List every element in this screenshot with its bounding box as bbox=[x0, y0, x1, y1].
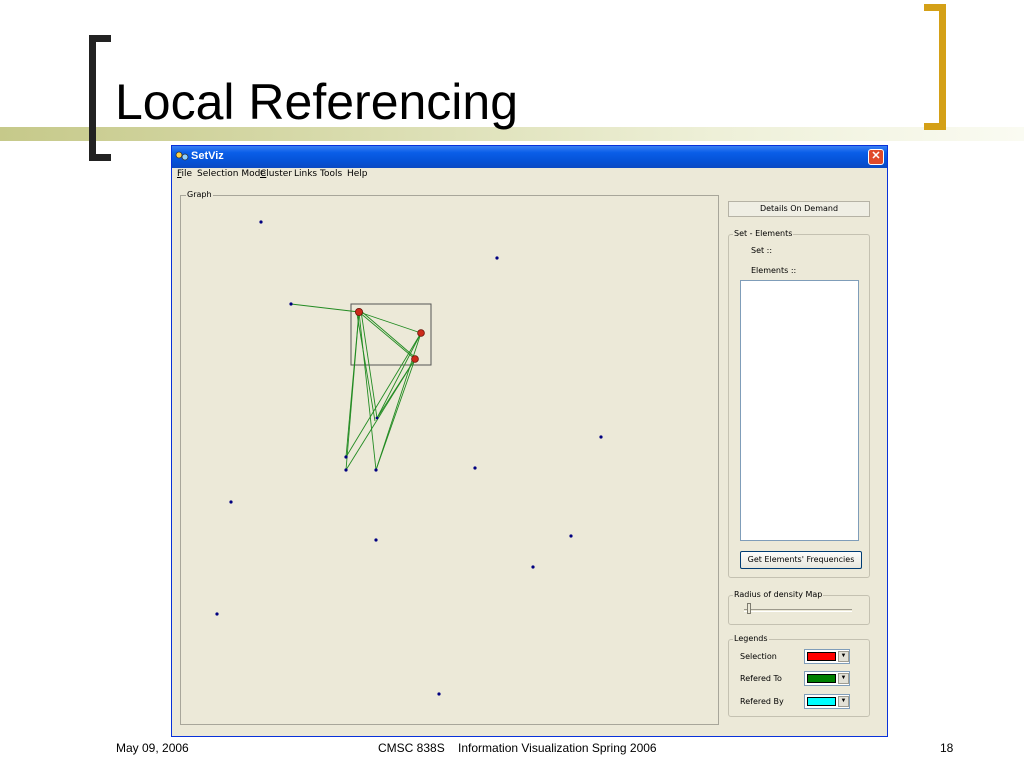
legend-selection-label: Selection bbox=[740, 652, 777, 661]
legends-label: Legends bbox=[733, 634, 769, 643]
elements-label: Elements :: bbox=[751, 266, 797, 275]
chevron-down-icon[interactable]: ▼ bbox=[838, 673, 849, 684]
slide-title: Local Referencing bbox=[115, 74, 519, 130]
menu-help[interactable]: Help bbox=[347, 169, 368, 179]
window-title: SetViz bbox=[191, 150, 224, 162]
footer-page-number: 18 bbox=[940, 741, 954, 755]
chevron-down-icon[interactable]: ▼ bbox=[838, 651, 849, 662]
graph-node bbox=[229, 500, 233, 504]
graph-node bbox=[289, 302, 293, 306]
density-slider-thumb[interactable] bbox=[747, 603, 752, 614]
graph-node bbox=[344, 455, 348, 459]
right-bracket-decoration bbox=[924, 4, 946, 130]
get-frequencies-button[interactable]: Get Elements' Frequencies bbox=[740, 551, 862, 569]
node-group bbox=[215, 220, 603, 696]
graph-node bbox=[344, 468, 348, 472]
link bbox=[345, 332, 422, 458]
elements-list[interactable] bbox=[740, 280, 859, 541]
graph-node bbox=[531, 565, 535, 569]
set-elements-label: Set - Elements bbox=[733, 229, 794, 238]
link-group bbox=[290, 303, 422, 471]
chevron-down-icon[interactable]: ▼ bbox=[838, 696, 849, 707]
selection-color-picker[interactable]: ▼ bbox=[804, 649, 850, 664]
graph-node bbox=[374, 538, 378, 542]
graph-node bbox=[437, 692, 441, 696]
graph-canvas[interactable] bbox=[181, 196, 718, 724]
menu-links[interactable]: Links bbox=[294, 169, 317, 179]
selected-node bbox=[411, 355, 419, 363]
menu-selection-mode[interactable]: Selection Mode bbox=[197, 169, 266, 179]
set-label: Set :: bbox=[751, 246, 773, 255]
graph-node bbox=[375, 416, 379, 420]
menu-tools[interactable]: Tools bbox=[320, 169, 342, 179]
setviz-window: SetViz ✕ File Selection Mode Cluster Lin… bbox=[171, 145, 888, 737]
app-icon bbox=[175, 151, 189, 161]
density-label: Radius of density Map bbox=[733, 590, 824, 599]
legend-refered-by-label: Refered By bbox=[740, 697, 784, 706]
graph-node bbox=[473, 466, 477, 470]
footer-course: CMSC 838S Information Visualization Spri… bbox=[378, 741, 657, 755]
refered-by-color-swatch bbox=[807, 697, 836, 706]
graph-panel[interactable] bbox=[180, 195, 719, 725]
link bbox=[358, 311, 422, 334]
graph-node bbox=[495, 256, 499, 260]
link bbox=[290, 303, 360, 313]
legend-refered-to-label: Refered To bbox=[740, 674, 782, 683]
graph-node bbox=[569, 534, 573, 538]
refered-to-color-swatch bbox=[807, 674, 836, 683]
refered-to-color-picker[interactable]: ▼ bbox=[804, 671, 850, 686]
graph-node bbox=[259, 220, 263, 224]
selected-node bbox=[354, 308, 363, 317]
link bbox=[356, 313, 376, 422]
graph-node bbox=[374, 468, 378, 472]
link bbox=[358, 311, 377, 471]
menu-bar: File Selection Mode Cluster Links Tools … bbox=[172, 168, 887, 182]
close-icon[interactable]: ✕ bbox=[868, 149, 884, 165]
footer-date: May 09, 2006 bbox=[116, 741, 189, 755]
selected-node bbox=[417, 329, 425, 337]
left-bracket-decoration bbox=[89, 35, 111, 161]
graph-node bbox=[599, 435, 603, 439]
graph-group-label: Graph bbox=[186, 190, 213, 199]
menu-cluster[interactable]: Cluster bbox=[260, 169, 292, 179]
density-slider-track[interactable] bbox=[744, 609, 852, 612]
window-titlebar[interactable]: SetViz ✕ bbox=[172, 146, 887, 168]
details-on-demand-button[interactable]: Details On Demand bbox=[728, 201, 870, 217]
refered-by-color-picker[interactable]: ▼ bbox=[804, 694, 850, 709]
menu-file[interactable]: File bbox=[177, 169, 192, 179]
link bbox=[360, 310, 418, 360]
selection-color-swatch bbox=[807, 652, 836, 661]
graph-node bbox=[215, 612, 219, 616]
